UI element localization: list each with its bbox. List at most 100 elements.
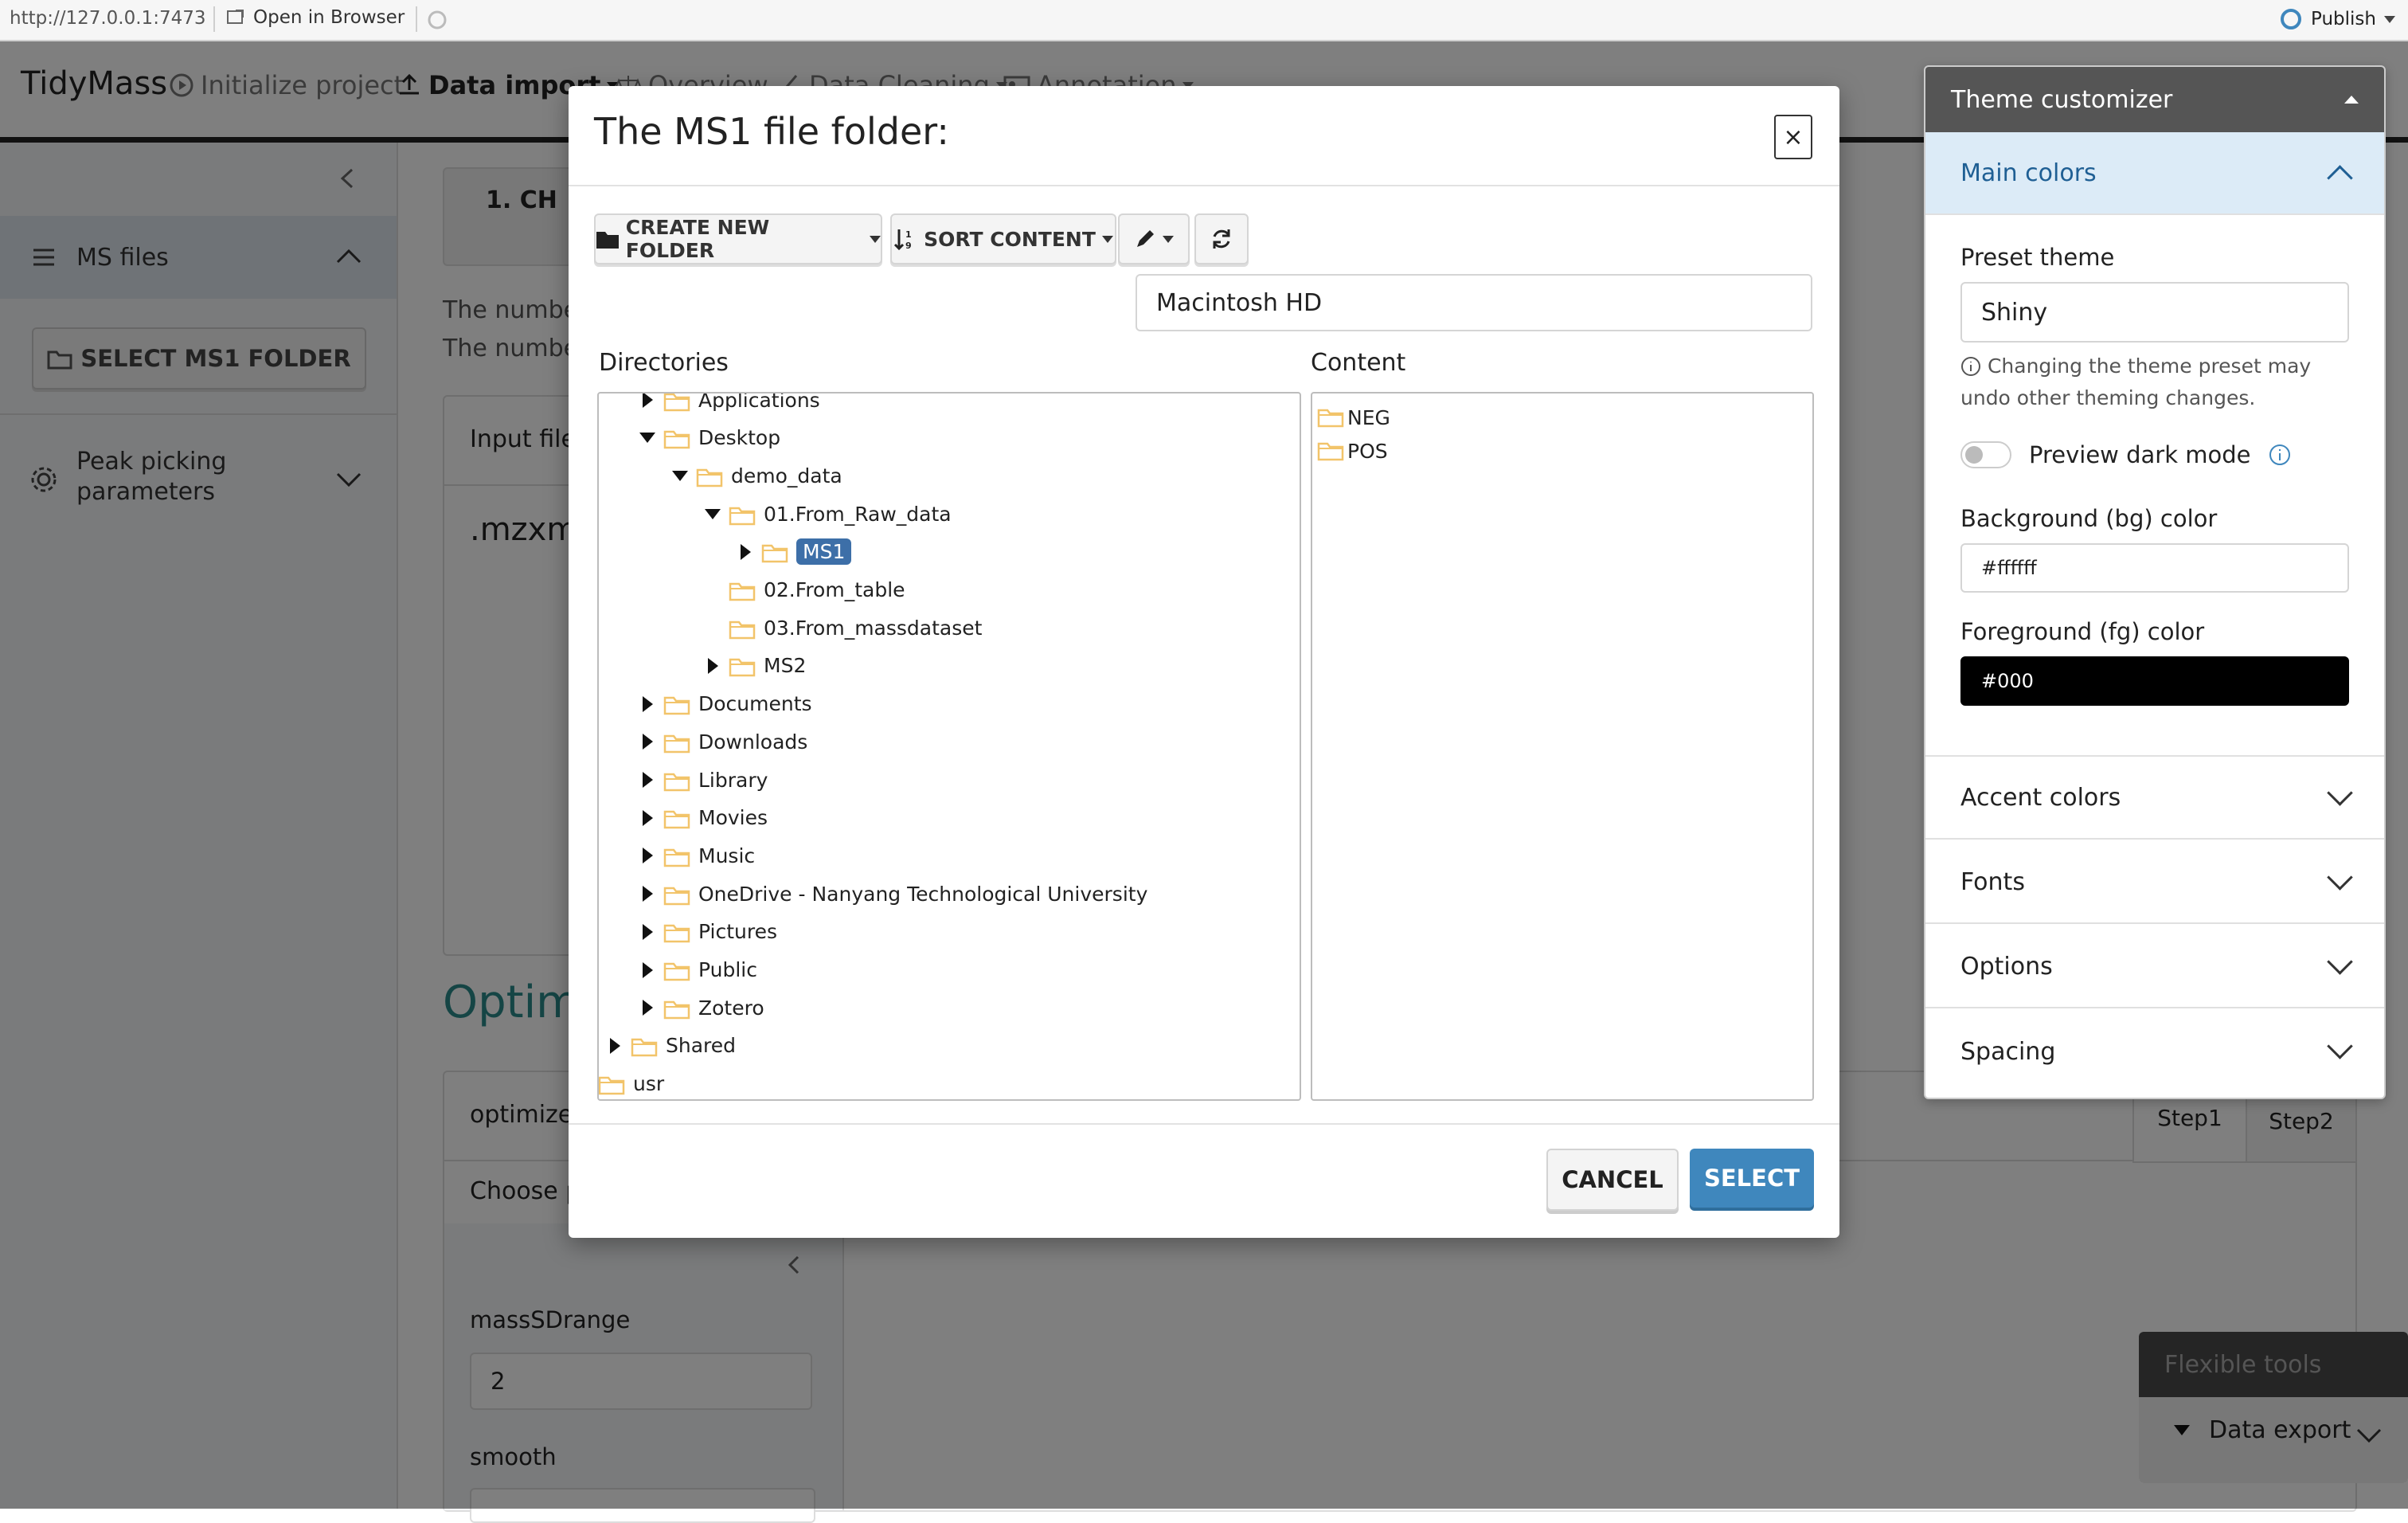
url-text[interactable]: http://127.0.0.1:7473 <box>10 8 205 29</box>
tree-toggle[interactable] <box>639 886 655 902</box>
accent-colors-header[interactable]: Accent colors <box>1925 757 2384 840</box>
spacing-header[interactable]: Spacing <box>1925 1010 2384 1093</box>
tree-toggle[interactable] <box>639 695 655 712</box>
tree-row[interactable]: 02.From_table <box>705 573 905 608</box>
dark-mode-toggle[interactable] <box>1960 441 2011 468</box>
theme-customizer-title: Theme customizer <box>1951 85 2173 114</box>
tree-row[interactable]: Library <box>639 762 768 797</box>
tree-toggle[interactable] <box>705 508 721 519</box>
cancel-button[interactable]: CANCEL <box>1546 1149 1679 1211</box>
open-in-browser-button[interactable]: Open in Browser <box>226 7 405 28</box>
tree-toggle[interactable] <box>639 433 655 444</box>
tree-row[interactable]: Documents <box>639 687 812 722</box>
tree-toggle[interactable] <box>639 923 655 940</box>
path-input[interactable]: Macintosh HD <box>1136 274 1812 331</box>
button-label: CREATE NEW FOLDER <box>625 216 770 262</box>
divider <box>416 6 417 32</box>
fonts-header[interactable]: Fonts <box>1925 841 2384 924</box>
dialog-title: The MS1 file folder: <box>594 110 949 153</box>
tree-toggle[interactable] <box>639 772 655 788</box>
edit-button[interactable] <box>1118 213 1190 264</box>
close-button[interactable]: × <box>1774 115 1812 159</box>
select-button[interactable]: SELECT <box>1690 1149 1814 1208</box>
tree-row[interactable]: Shared <box>607 1028 736 1063</box>
folder-icon <box>663 1000 690 1019</box>
tree-toggle[interactable] <box>639 1000 655 1016</box>
svg-text:1: 1 <box>905 229 912 240</box>
tree-row[interactable]: Pictures <box>639 914 777 949</box>
folder-icon-wrap <box>663 844 690 867</box>
folder-icon <box>599 1076 625 1095</box>
tree-row[interactable]: Downloads <box>639 724 807 759</box>
triangle-right-icon <box>609 1037 620 1054</box>
tree-row[interactable]: 01.From_Raw_data <box>705 496 952 531</box>
tree-scrollbar[interactable] <box>1292 393 1300 1099</box>
directories-tree[interactable]: Applications Desktop demo_data 01.From_Raw_… <box>597 392 1301 1101</box>
bg-color-input[interactable]: #ffffff <box>1960 543 2349 593</box>
directories-label: Directories <box>599 349 729 377</box>
tree-toggle[interactable] <box>737 543 753 560</box>
tree-row[interactable]: Music <box>639 838 755 873</box>
info-icon[interactable] <box>2268 443 2292 467</box>
button-label: SELECT <box>1703 1165 1800 1192</box>
folder-icon-wrap <box>663 996 690 1020</box>
folder-picker-dialog: The MS1 file folder: × CREATE NEW FOLDER… <box>569 86 1839 1238</box>
sort-content-button[interactable]: 19 SORT CONTENT <box>890 213 1116 264</box>
content-list[interactable]: NEG POS <box>1311 392 1814 1101</box>
tree-label: MS2 <box>764 654 807 678</box>
tree-row[interactable]: Movies <box>639 801 768 836</box>
triangle-down-icon <box>672 470 688 481</box>
options-header[interactable]: Options <box>1925 926 2384 1008</box>
folder-icon-wrap <box>663 920 690 943</box>
create-new-folder-button[interactable]: CREATE NEW FOLDER <box>594 213 882 264</box>
folder-icon-wrap <box>696 464 723 487</box>
folder-icon <box>663 430 690 449</box>
tree-label: demo_data <box>731 464 842 487</box>
tree-label: MS1 <box>796 538 852 566</box>
dark-mode-row: Preview dark mode <box>1960 441 2292 468</box>
tree-toggle[interactable] <box>705 657 721 674</box>
refresh-button[interactable] <box>1194 213 1249 264</box>
tree-toggle[interactable] <box>639 809 655 826</box>
collapse-caret-icon <box>2344 96 2359 104</box>
folder-icon <box>729 621 756 639</box>
tree-row[interactable]: MS2 <box>705 648 806 683</box>
tree-label: Movies <box>698 806 768 830</box>
tree-toggle[interactable] <box>639 848 655 864</box>
tree-row[interactable]: MS1 <box>737 534 852 570</box>
dropdown-caret-icon <box>1163 235 1174 243</box>
folder-icon-wrap <box>663 426 690 449</box>
folder-icon <box>631 1039 658 1057</box>
tree-toggle[interactable] <box>639 961 655 978</box>
tree-row[interactable]: 03.From_massdataset <box>705 610 982 645</box>
folder-icon <box>663 773 690 791</box>
content-item[interactable]: POS <box>1317 433 1388 468</box>
tree-row[interactable]: Applications <box>639 393 820 417</box>
theme-customizer-panel: Theme customizer Main colors Preset them… <box>1924 65 2386 1099</box>
tree-toggle[interactable] <box>672 470 688 481</box>
button-label: SORT CONTENT <box>924 227 1096 251</box>
sort-icon: 19 <box>894 229 912 251</box>
tree-row[interactable]: OneDrive - Nanyang Technological Univers… <box>639 876 1147 911</box>
main-colors-header[interactable]: Main colors <box>1925 132 2384 215</box>
preset-theme-label: Preset theme <box>1960 244 2115 271</box>
folder-icon <box>729 582 756 601</box>
chevron-down-icon <box>2327 1033 2353 1059</box>
tree-row[interactable]: Desktop <box>639 421 780 456</box>
tree-toggle[interactable] <box>639 393 655 408</box>
tree-row[interactable]: Zotero <box>639 990 764 1025</box>
fg-color-input[interactable]: #000 <box>1960 656 2349 706</box>
tree-row[interactable]: Public <box>639 953 757 988</box>
theme-customizer-header[interactable]: Theme customizer <box>1925 67 2384 132</box>
tree-row[interactable]: usr <box>599 1067 664 1099</box>
tree-toggle[interactable] <box>607 1037 623 1054</box>
folder-icon-wrap <box>631 1034 658 1057</box>
publish-button[interactable]: Publish <box>2279 7 2395 31</box>
preset-theme-select[interactable]: Shiny <box>1960 282 2349 343</box>
content-item[interactable]: NEG <box>1317 400 1390 435</box>
tree-row[interactable]: demo_data <box>672 458 842 493</box>
tree-toggle[interactable] <box>639 734 655 750</box>
refresh-icon[interactable] <box>425 8 449 32</box>
folder-icon-wrap <box>663 958 690 981</box>
tree-label: Music <box>698 844 756 867</box>
